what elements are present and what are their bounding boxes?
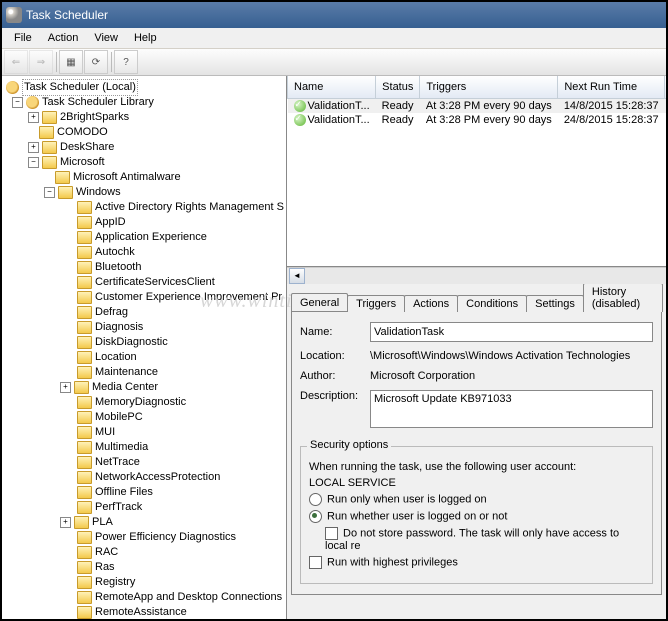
tree-item[interactable]: MobilePC [95, 410, 143, 425]
tree-item[interactable]: DiskDiagnostic [95, 335, 168, 350]
tab-triggers[interactable]: Triggers [347, 295, 405, 312]
tree-item[interactable]: DeskShare [60, 140, 114, 155]
expander[interactable]: + [60, 517, 71, 528]
expander[interactable]: + [28, 112, 39, 123]
tree-item[interactable]: NetworkAccessProtection [95, 470, 220, 485]
tree-item[interactable]: RAC [95, 545, 118, 560]
tab-general[interactable]: General [291, 293, 348, 311]
lib-icon [26, 96, 39, 109]
security-text: When running the task, use the following… [309, 461, 644, 473]
expander[interactable]: + [28, 142, 39, 153]
task-icon [294, 114, 306, 126]
tree-item[interactable]: Microsoft [60, 155, 105, 170]
menu-file[interactable]: File [6, 30, 40, 46]
tree-item[interactable]: CertificateServicesClient [95, 275, 215, 290]
tree-item[interactable]: Microsoft Antimalware [73, 170, 181, 185]
expander[interactable]: + [60, 382, 71, 393]
task-row[interactable]: ValidationT... ReadyAt 3:28 PM every 90 … [288, 99, 667, 114]
tree-item[interactable]: Application Experience [95, 230, 207, 245]
section-head: Security options [307, 439, 391, 451]
tree-item[interactable]: Autochk [95, 245, 135, 260]
tree-item[interactable]: Media Center [92, 380, 158, 395]
tab-actions[interactable]: Actions [404, 295, 458, 312]
window: Task Scheduler File Action View Help ⇐ ⇒… [0, 0, 668, 621]
label-name: Name: [300, 326, 370, 338]
root-icon [6, 81, 19, 94]
toolbar-btn[interactable]: ▦ [59, 50, 83, 74]
radio-whether[interactable] [309, 510, 322, 523]
check-highest-priv[interactable] [309, 556, 322, 569]
task-icon [294, 100, 306, 112]
tree-item[interactable]: AppID [95, 215, 126, 230]
tree-item[interactable]: Bluetooth [95, 260, 141, 275]
tree-item[interactable]: Active Directory Rights Management S [95, 200, 284, 215]
expander[interactable]: − [12, 97, 23, 108]
col-last[interactable]: Last [665, 76, 666, 99]
menu-view[interactable]: View [86, 30, 126, 46]
tree-item[interactable]: Defrag [95, 305, 128, 320]
tree-item[interactable]: Ras [95, 560, 115, 575]
tree-item[interactable]: Multimedia [95, 440, 148, 455]
tree-item[interactable]: Location [95, 350, 137, 365]
tree-item[interactable]: Registry [95, 575, 135, 590]
tree-root[interactable]: Task Scheduler (Local) [22, 79, 138, 96]
name-field[interactable] [370, 322, 653, 342]
tree-item[interactable]: MemoryDiagnostic [95, 395, 186, 410]
tree-item[interactable]: COMODO [57, 125, 108, 140]
tree-item[interactable]: PLA [92, 515, 113, 530]
tree-lib[interactable]: Task Scheduler Library [42, 95, 154, 110]
tree-item[interactable]: Maintenance [95, 365, 158, 380]
tree-item[interactable]: Customer Experience Improvement Pr [95, 290, 282, 305]
label-description: Description: [300, 390, 370, 402]
label-location: Location: [300, 350, 370, 362]
menu-help[interactable]: Help [126, 30, 165, 46]
tree-item[interactable]: Windows [76, 185, 121, 200]
properties-panel: General Triggers Actions Conditions Sett… [287, 284, 666, 619]
forward-button[interactable]: ⇒ [29, 50, 53, 74]
task-row[interactable]: ValidationT... ReadyAt 3:28 PM every 90 … [288, 113, 667, 127]
scroll-left-icon[interactable]: ◄ [289, 268, 305, 284]
titlebar[interactable]: Task Scheduler [2, 2, 666, 28]
col-next[interactable]: Next Run Time [558, 76, 665, 99]
author-value: Microsoft Corporation [370, 370, 475, 382]
col-name[interactable]: Name [288, 76, 376, 99]
back-button[interactable]: ⇐ [4, 50, 28, 74]
app-icon [6, 7, 22, 23]
security-options: Security options When running the task, … [300, 446, 653, 584]
tab-settings[interactable]: Settings [526, 295, 584, 312]
scrollbar-h[interactable]: ◄ [287, 267, 666, 284]
expander[interactable]: − [28, 157, 39, 168]
tree-item[interactable]: RemoteAssistance [95, 605, 187, 619]
tree-item[interactable]: PerfTrack [95, 500, 142, 515]
tree-item[interactable]: 2BrightSparks [60, 110, 129, 125]
menubar: File Action View Help [2, 28, 666, 49]
label-author: Author: [300, 370, 370, 382]
col-status[interactable]: Status [376, 76, 420, 99]
tree-item[interactable]: NetTrace [95, 455, 140, 470]
tree-item[interactable]: Offline Files [95, 485, 153, 500]
tab-history[interactable]: History (disabled) [583, 284, 663, 312]
location-value: \Microsoft\Windows\Windows Activation Te… [370, 350, 630, 362]
description-field[interactable] [370, 390, 653, 428]
tree-pane[interactable]: Task Scheduler (Local) − Task Scheduler L… [2, 76, 287, 619]
check-no-password[interactable] [325, 527, 338, 540]
refresh-button[interactable]: ⟳ [84, 50, 108, 74]
detail-pane: Name Status Triggers Next Run Time Last … [287, 76, 666, 619]
toolbar: ⇐ ⇒ ▦ ⟳ ? [2, 49, 666, 76]
tree-item[interactable]: MUI [95, 425, 115, 440]
title-text: Task Scheduler [26, 8, 108, 22]
col-triggers[interactable]: Triggers [420, 76, 558, 99]
tab-conditions[interactable]: Conditions [457, 295, 527, 312]
tree-item[interactable]: RemoteApp and Desktop Connections [95, 590, 282, 605]
tree-item[interactable]: Diagnosis [95, 320, 143, 335]
expander[interactable]: − [44, 187, 55, 198]
menu-action[interactable]: Action [40, 30, 87, 46]
tree-item[interactable]: Power Efficiency Diagnostics [95, 530, 236, 545]
help-button[interactable]: ? [114, 50, 138, 74]
security-account: LOCAL SERVICE [309, 477, 644, 489]
radio-logged-on[interactable] [309, 493, 322, 506]
task-list[interactable]: Name Status Triggers Next Run Time Last … [287, 76, 666, 267]
